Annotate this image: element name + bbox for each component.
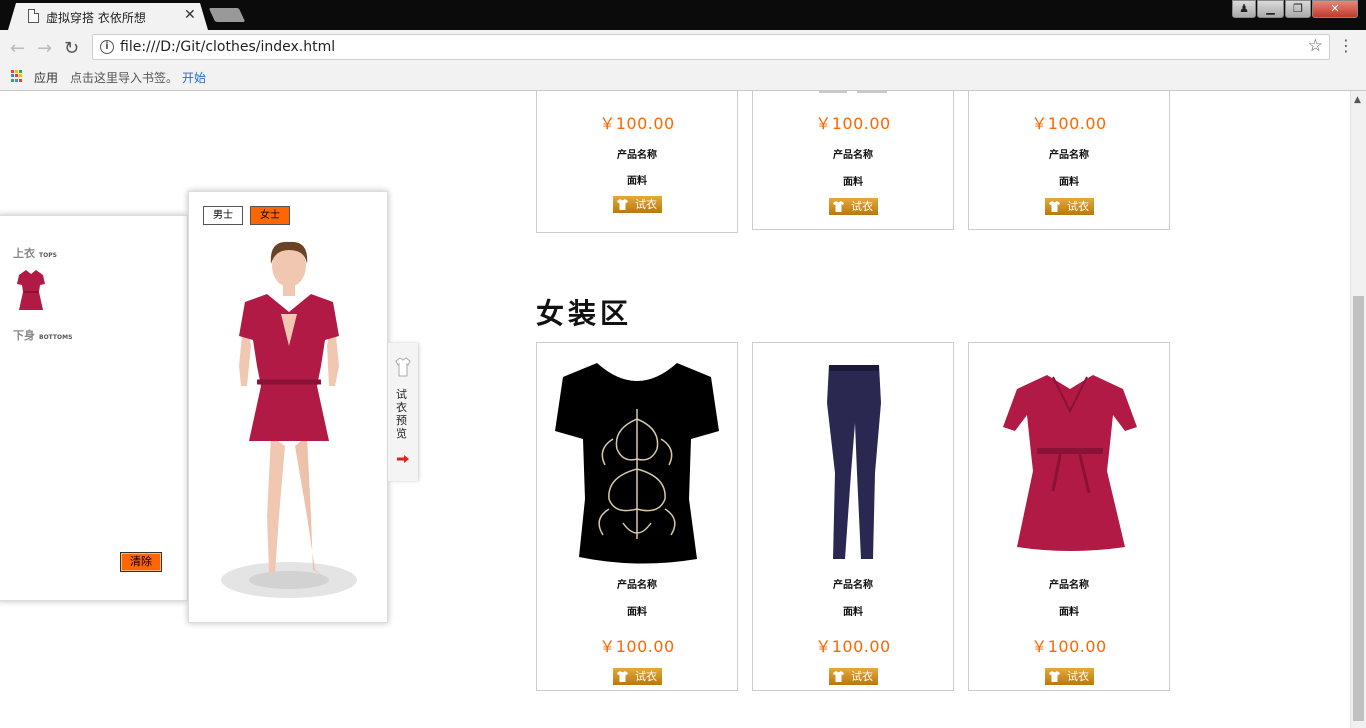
- try-on-label: 试衣: [635, 670, 657, 683]
- try-on-button[interactable]: 试衣: [1045, 198, 1094, 215]
- close-tab-icon[interactable]: ✕: [184, 7, 196, 23]
- product-name: 产品名称: [1049, 580, 1089, 591]
- bookmarks-bar: 应用 点击这里导入书签。 开始: [0, 64, 1366, 91]
- tops-sublabel: TOPS: [39, 252, 57, 259]
- reload-icon[interactable]: ↻: [64, 38, 79, 59]
- product-price: ￥100.00: [815, 637, 891, 656]
- browser-tab[interactable]: 虚拟穿搭 衣依所想 ✕: [8, 3, 208, 30]
- maximize-button[interactable]: ❐: [1285, 0, 1311, 18]
- info-icon[interactable]: i: [100, 40, 114, 54]
- tshirt-icon: [617, 671, 628, 682]
- male-button[interactable]: 男士: [203, 206, 243, 225]
- model-panel: 男士 女士: [188, 191, 388, 623]
- scrollbar-thumb[interactable]: [1353, 296, 1364, 721]
- product-material: 面料: [627, 607, 647, 618]
- bookmark-start[interactable]: 开始: [182, 69, 206, 86]
- minimize-button[interactable]: ▁: [1257, 0, 1284, 18]
- try-on-label: 试衣: [851, 200, 873, 213]
- url-text[interactable]: file:///D:/Git/clothes/index.html: [120, 39, 335, 55]
- bottoms-sublabel: BOTTOMS: [39, 334, 73, 341]
- product-price: ￥100.00: [1031, 637, 1107, 656]
- wardrobe-panel: 上衣 TOPS 下身 BOTTOMS 清除: [0, 215, 188, 601]
- document-icon: [28, 9, 39, 23]
- product-price: ￥100.00: [599, 637, 675, 656]
- address-bar[interactable]: i file:///D:/Git/clothes/index.html ☆: [92, 34, 1330, 60]
- forward-arrow-icon[interactable]: →: [37, 38, 52, 59]
- product-image-red-dress: [1003, 375, 1137, 551]
- vertical-scrollbar[interactable]: ▲: [1350, 91, 1366, 728]
- try-on-label: 试衣: [1067, 670, 1089, 683]
- try-on-preview-tab[interactable]: 试衣预览: [388, 343, 418, 481]
- product-material: 面料: [1059, 607, 1079, 618]
- product-card[interactable]: 产品名称 面料 ￥100.00 试衣: [968, 342, 1170, 691]
- product-price: ￥100.00: [599, 114, 675, 133]
- browser-toolbar: ← → ↻ i file:///D:/Git/clothes/index.htm…: [0, 30, 1366, 64]
- product-card[interactable]: 产品名称 面料 ￥100.00 试衣: [536, 342, 738, 691]
- bottoms-heading: 下身 BOTTOMS: [13, 327, 72, 343]
- section-title: 女装区: [536, 297, 633, 330]
- product-card[interactable]: ￥100.00 产品名称 面料 试衣: [752, 91, 954, 230]
- try-on-button[interactable]: 试衣: [1045, 668, 1094, 685]
- model-figure: [221, 241, 357, 598]
- tops-heading: 上衣 TOPS: [13, 245, 57, 261]
- menu-dots-icon[interactable]: ⋮: [1338, 36, 1354, 55]
- selected-top-thumbnail[interactable]: [15, 268, 47, 314]
- product-name: 产品名称: [833, 580, 873, 591]
- shirt-icon: [395, 357, 411, 377]
- product-card[interactable]: ￥100.00 产品名称 面料 试衣: [536, 91, 738, 233]
- try-on-button[interactable]: 试衣: [613, 668, 662, 685]
- bookmark-star-icon[interactable]: ☆: [1308, 36, 1323, 56]
- product-name: 产品名称: [617, 150, 657, 161]
- preview-label: 试衣预览: [396, 388, 407, 440]
- tshirt-icon: [833, 201, 844, 212]
- tshirt-icon: [833, 671, 844, 682]
- apps-grid-icon[interactable]: [11, 70, 23, 82]
- new-tab-button[interactable]: [208, 8, 246, 22]
- product-name: 产品名称: [1049, 150, 1089, 161]
- product-material: 面料: [1059, 177, 1079, 188]
- back-arrow-icon[interactable]: ←: [10, 38, 25, 59]
- product-material: 面料: [843, 607, 863, 618]
- product-price: ￥100.00: [815, 114, 891, 133]
- tshirt-icon: [1049, 671, 1060, 682]
- tops-label: 上衣: [13, 247, 35, 260]
- try-on-label: 试衣: [635, 198, 657, 211]
- try-on-button[interactable]: 试衣: [829, 668, 878, 685]
- try-on-button[interactable]: 试衣: [613, 196, 662, 213]
- tshirt-icon: [1049, 201, 1060, 212]
- tab-title: 虚拟穿搭 衣依所想: [46, 11, 146, 25]
- page-content: 上衣 TOPS 下身 BOTTOMS 清除 男士 女士 试衣预览 ￥100.00…: [0, 91, 1350, 728]
- product-image-navy-pants: [827, 365, 881, 559]
- product-material: 面料: [843, 177, 863, 188]
- product-image-shoes: [819, 91, 887, 93]
- try-on-button[interactable]: 试衣: [829, 198, 878, 215]
- product-price: ￥100.00: [1031, 114, 1107, 133]
- product-material: 面料: [627, 176, 647, 187]
- close-window-button[interactable]: ✕: [1312, 0, 1358, 18]
- try-on-label: 试衣: [1067, 200, 1089, 213]
- product-card[interactable]: 产品名称 面料 ￥100.00 试衣: [752, 342, 954, 691]
- user-icon[interactable]: ♟: [1232, 0, 1256, 18]
- clear-button[interactable]: 清除: [120, 552, 162, 572]
- scroll-up-icon[interactable]: ▲: [1354, 95, 1361, 105]
- try-on-label: 试衣: [851, 670, 873, 683]
- female-button[interactable]: 女士: [250, 206, 290, 225]
- window-titlebar: 虚拟穿搭 衣依所想 ✕ ♟ ▁ ❐ ✕: [0, 0, 1366, 30]
- product-card[interactable]: ￥100.00 产品名称 面料 试衣: [968, 91, 1170, 230]
- tshirt-icon: [617, 199, 628, 210]
- product-name: 产品名称: [833, 150, 873, 161]
- arrow-right-icon: [397, 455, 409, 463]
- bottoms-label: 下身: [13, 329, 35, 342]
- bookmark-apps[interactable]: 应用: [34, 69, 58, 86]
- bookmark-import-hint[interactable]: 点击这里导入书签。: [70, 69, 178, 86]
- window-controls: ♟ ▁ ❐ ✕: [1232, 0, 1358, 18]
- product-image-black-tshirt: [555, 363, 719, 564]
- product-name: 产品名称: [617, 580, 657, 591]
